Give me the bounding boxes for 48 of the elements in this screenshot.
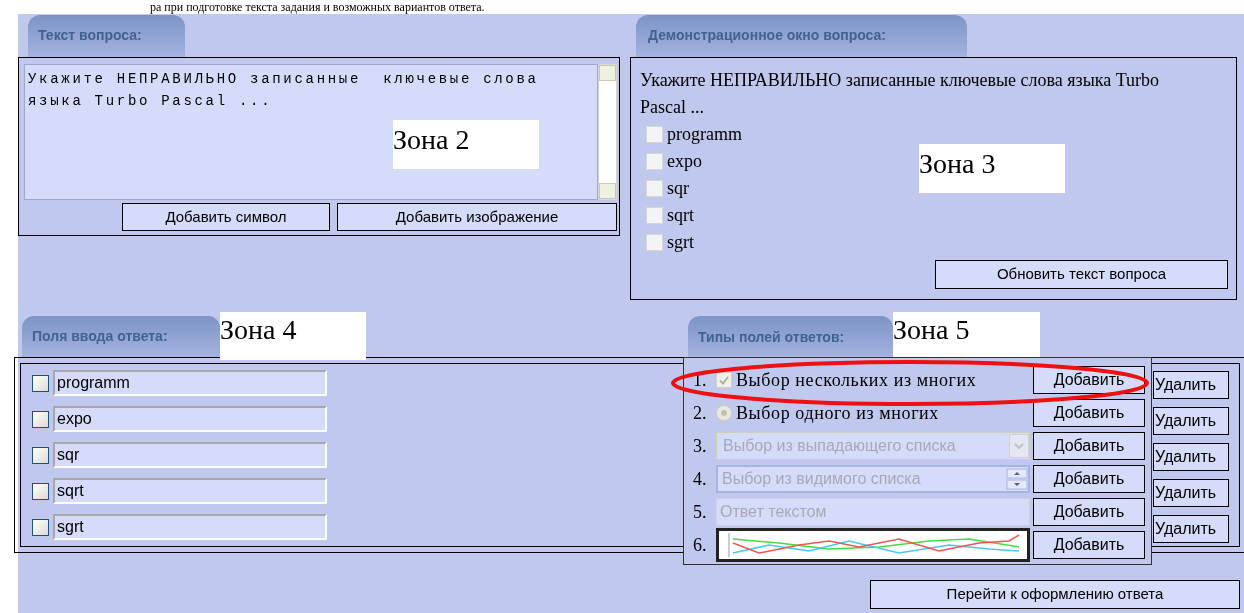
option-label: sqr [667,177,689,200]
option-type-label: Выбор нескольких из многих [736,368,977,392]
chevron-down-icon [1009,434,1029,458]
delete-button[interactable]: Удалить [1153,515,1229,543]
listbox-placeholder: Выбор из видимого списка [722,469,921,489]
checkbox[interactable] [32,410,49,428]
answer-field[interactable]: sqr [53,442,327,468]
zone-label: Зона 5 [893,312,1040,360]
item-number: 4. [692,467,708,491]
zone-label: Зона 3 [919,144,1065,193]
go-to-answer-button[interactable]: Перейти к оформлению ответа [870,580,1240,609]
checkbox[interactable] [32,374,49,392]
option-label: programm [667,123,742,146]
zone-label: Зона 4 [220,312,366,360]
answer-field[interactable]: expo [53,406,327,432]
delete-button[interactable]: Удалить [1153,407,1229,435]
add-button[interactable]: Добавить [1033,399,1145,427]
add-button[interactable]: Добавить [1033,531,1145,559]
zone-label: Зона 2 [393,120,539,169]
add-button[interactable]: Добавить [1033,465,1145,493]
text-answer-field[interactable]: Ответ текстом [716,498,1030,526]
delete-button[interactable]: Удалить [1153,443,1229,471]
checkbox[interactable] [32,446,49,464]
item-number: 5. [692,500,708,524]
add-button[interactable]: Добавить [1033,432,1145,460]
option-label: expo [667,150,702,173]
option-type-label: Выбор одного из многих [736,401,939,425]
question-text: Укажите НЕПРАВИЛЬНО записанные ключевые слова языка Turbo Pascal ... [640,69,1161,119]
delete-button[interactable]: Удалить [1153,371,1229,399]
update-question-button[interactable]: Обновить текст вопроса [935,260,1228,289]
delete-button[interactable]: Удалить [1153,479,1229,507]
scrollbar[interactable] [598,64,617,200]
item-number: 3. [692,434,708,458]
dropdown-placeholder: Выбор из выпадающего списка [723,436,956,456]
item-number: 2. [692,401,708,425]
checkbox[interactable] [32,518,49,536]
answer-field[interactable]: programm [53,370,327,396]
add-button[interactable]: Добавить изображение [337,203,617,231]
answer-field[interactable]: sqrt [53,478,327,504]
add-button[interactable]: Добавить символ [122,203,330,231]
spinner-icon [1006,468,1028,490]
option-label: sgrt [667,231,694,254]
option-label: sqrt [667,204,694,227]
document-text: ра при подготовке текста задания и возможных вариантов ответа. [150,0,485,14]
answer-field[interactable]: sgrt [53,514,327,540]
checkbox[interactable] [32,482,49,500]
add-button[interactable]: Добавить [1033,498,1145,526]
item-number: 6. [692,533,708,557]
